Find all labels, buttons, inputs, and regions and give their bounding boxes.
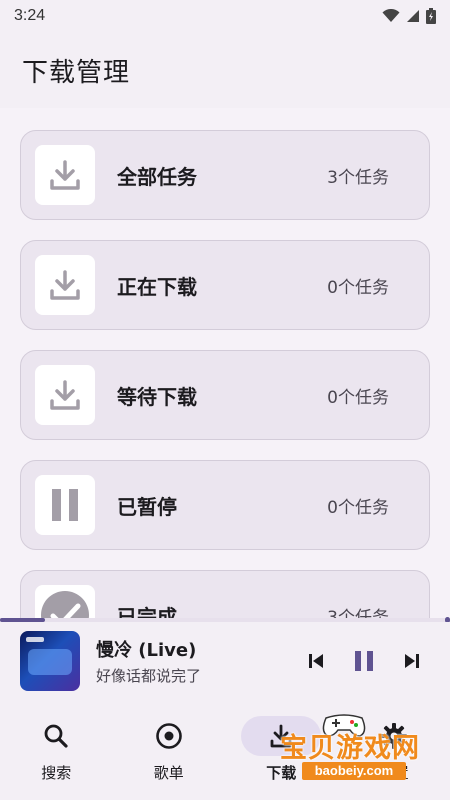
nav-pill bbox=[129, 716, 209, 756]
nav-item-search[interactable]: 搜索 bbox=[0, 700, 113, 800]
task-item-all[interactable]: 全部任务 3个任务 bbox=[20, 130, 430, 220]
task-icon-box bbox=[35, 475, 95, 535]
task-count: 0个任务 bbox=[327, 497, 389, 518]
track-info[interactable]: 慢冷 (Live) 好像话都说完了 bbox=[96, 636, 308, 686]
download-icon bbox=[50, 270, 80, 300]
check-circle-icon bbox=[41, 591, 89, 618]
task-item-downloading[interactable]: 正在下载 0个任务 bbox=[20, 240, 430, 330]
download-icon bbox=[50, 380, 80, 410]
album-art[interactable] bbox=[20, 631, 80, 691]
watermark-text: 宝贝游戏网 bbox=[280, 733, 420, 764]
skip-next-icon bbox=[405, 654, 419, 668]
status-bar: 3:24 bbox=[0, 0, 450, 32]
task-icon-box bbox=[35, 365, 95, 425]
task-label: 已完成 bbox=[117, 604, 177, 619]
task-icon-box bbox=[35, 585, 95, 618]
status-time: 3:24 bbox=[14, 7, 46, 24]
task-count: 3个任务 bbox=[327, 167, 389, 188]
task-count: 0个任务 bbox=[327, 277, 389, 298]
player-controls bbox=[308, 650, 420, 672]
page-title: 下载管理 bbox=[22, 57, 131, 88]
pause-icon bbox=[52, 489, 78, 521]
watermark-url: baobeiy.com bbox=[302, 762, 406, 780]
app-header: 下载管理 bbox=[0, 32, 450, 108]
task-label: 正在下载 bbox=[117, 274, 197, 299]
nav-label: 歌单 bbox=[153, 764, 184, 782]
task-icon-box bbox=[35, 255, 95, 315]
task-item-waiting[interactable]: 等待下载 0个任务 bbox=[20, 350, 430, 440]
album-art-logo bbox=[26, 637, 44, 642]
battery-icon bbox=[426, 8, 436, 24]
mini-player[interactable]: 慢冷 (Live) 好像话都说完了 bbox=[0, 622, 450, 700]
status-icons bbox=[382, 8, 436, 24]
skip-previous-icon bbox=[309, 654, 323, 668]
album-art-graphic bbox=[28, 649, 72, 675]
task-count: 3个任务 bbox=[327, 607, 389, 619]
nav-item-playlist[interactable]: 歌单 bbox=[113, 700, 226, 800]
nav-pill bbox=[16, 716, 96, 756]
task-item-paused[interactable]: 已暂停 0个任务 bbox=[20, 460, 430, 550]
download-icon bbox=[50, 160, 80, 190]
task-item-completed[interactable]: 已完成 3个任务 bbox=[20, 570, 430, 618]
previous-button[interactable] bbox=[308, 653, 324, 669]
task-icon-box bbox=[35, 145, 95, 205]
track-artist: 好像话都说完了 bbox=[96, 667, 202, 685]
track-title: 慢冷 (Live) bbox=[96, 640, 197, 661]
task-count: 0个任务 bbox=[327, 387, 389, 408]
search-icon bbox=[44, 724, 68, 748]
task-list[interactable]: 全部任务 3个任务 正在下载 0个任务 等待下载 0个任务 已暂停 0个任务 已… bbox=[0, 108, 450, 618]
task-label: 全部任务 bbox=[117, 164, 197, 189]
next-button[interactable] bbox=[404, 653, 420, 669]
disc-icon bbox=[155, 723, 182, 749]
watermark: 宝贝游戏网 baobeiy.com bbox=[268, 712, 448, 784]
pause-icon bbox=[355, 651, 373, 671]
pause-button[interactable] bbox=[354, 650, 374, 672]
wifi-icon bbox=[382, 9, 400, 22]
task-label: 等待下载 bbox=[117, 384, 197, 409]
cell-signal-icon bbox=[407, 10, 419, 22]
nav-label: 搜索 bbox=[41, 764, 72, 782]
task-label: 已暂停 bbox=[117, 494, 177, 519]
